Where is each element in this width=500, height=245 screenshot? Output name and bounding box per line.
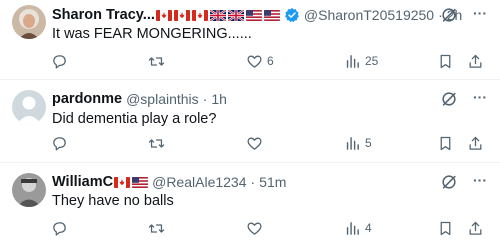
retweet-icon <box>148 53 165 70</box>
bookmark-icon <box>437 135 454 152</box>
views-count: 4 <box>365 221 372 235</box>
canada-flag-icon <box>114 176 131 188</box>
display-name[interactable]: pardonme <box>52 91 122 107</box>
avatar[interactable] <box>12 5 46 39</box>
canada-flag-icon <box>155 9 172 21</box>
bookmark-button[interactable] <box>437 133 454 153</box>
tweet-text: They have no balls <box>52 193 174 209</box>
tweet-text: Did dementia play a role? <box>52 111 217 127</box>
uk-flag-icon <box>209 9 226 21</box>
like-button[interactable] <box>246 218 267 238</box>
retweet-button[interactable] <box>148 133 169 153</box>
views-icon <box>344 53 361 70</box>
tweet-header: WilliamC @RealAle1234 · 51m <box>52 172 488 192</box>
display-name[interactable]: Sharon Tracy... <box>52 7 155 23</box>
name-flags <box>114 176 149 188</box>
usa-flag-icon <box>132 176 149 188</box>
share-icon <box>467 53 484 70</box>
like-count: 6 <box>267 54 274 68</box>
user-handle[interactable]: @SharonT20519250 <box>304 7 434 23</box>
reply-icon <box>51 135 68 152</box>
share-button[interactable] <box>467 218 484 238</box>
like-button[interactable] <box>246 133 267 153</box>
grok-icon[interactable] <box>440 6 458 24</box>
tweet[interactable]: WilliamC @RealAle1234 · 51m ··· They hav… <box>0 163 500 245</box>
share-icon <box>467 220 484 237</box>
share-icon <box>467 135 484 152</box>
tweet-header: Sharon Tracy... @SharonT20519250 · 2h <box>52 5 488 25</box>
verified-badge-icon[interactable] <box>284 7 300 23</box>
usa-flag-icon <box>245 9 262 21</box>
avatar[interactable] <box>12 90 46 124</box>
tweet[interactable]: pardonme @splainthis · 1h ··· Did dement… <box>0 80 500 163</box>
tweet-actions: 4 <box>0 218 500 238</box>
heart-icon <box>246 53 263 70</box>
views-count: 5 <box>365 136 372 150</box>
bookmark-icon <box>437 53 454 70</box>
heart-icon <box>246 220 263 237</box>
separator-dot: · <box>250 174 256 190</box>
retweet-button[interactable] <box>148 218 169 238</box>
bookmark-button[interactable] <box>437 218 454 238</box>
more-icon[interactable]: ··· <box>470 90 490 108</box>
retweet-icon <box>148 135 165 152</box>
user-handle[interactable]: @RealAle1234 <box>152 174 246 190</box>
views-icon <box>344 135 361 152</box>
reply-button[interactable] <box>51 133 72 153</box>
user-handle[interactable]: @splainthis <box>126 91 199 107</box>
views-button[interactable]: 4 <box>344 218 372 238</box>
reply-feed: Sharon Tracy... @SharonT20519250 · 2h ··… <box>0 0 500 245</box>
views-icon <box>344 220 361 237</box>
usa-flag-icon <box>263 9 280 21</box>
canada-flag-icon <box>191 9 208 21</box>
display-name[interactable]: WilliamC <box>52 174 113 190</box>
retweet-button[interactable] <box>148 51 169 71</box>
tweet-text: It was FEAR MONGERING...... <box>52 26 252 42</box>
reply-button[interactable] <box>51 218 72 238</box>
grok-icon[interactable] <box>440 173 458 191</box>
more-icon[interactable]: ··· <box>470 173 490 191</box>
reply-button[interactable] <box>51 51 72 71</box>
views-button[interactable]: 5 <box>344 133 372 153</box>
uk-flag-icon <box>227 9 244 21</box>
more-icon[interactable]: ··· <box>470 6 490 24</box>
heart-icon <box>246 135 263 152</box>
grok-icon[interactable] <box>440 90 458 108</box>
retweet-icon <box>148 220 165 237</box>
timestamp[interactable]: 51m <box>259 174 286 190</box>
canada-flag-icon <box>173 9 190 21</box>
separator-dot: · <box>202 91 208 107</box>
share-button[interactable] <box>467 51 484 71</box>
avatar[interactable] <box>12 173 46 207</box>
views-count: 25 <box>365 54 379 68</box>
bookmark-button[interactable] <box>437 51 454 71</box>
tweet-actions: 5 <box>0 133 500 153</box>
tweet-header: pardonme @splainthis · 1h <box>52 89 488 109</box>
bookmark-icon <box>437 220 454 237</box>
like-button[interactable]: 6 <box>246 51 274 71</box>
tweet[interactable]: Sharon Tracy... @SharonT20519250 · 2h ··… <box>0 0 500 80</box>
views-button[interactable]: 25 <box>344 51 378 71</box>
timestamp[interactable]: 1h <box>211 91 227 107</box>
share-button[interactable] <box>467 133 484 153</box>
reply-icon <box>51 53 68 70</box>
name-flags <box>155 9 280 21</box>
tweet-actions: 6 25 <box>0 51 500 71</box>
reply-icon <box>51 220 68 237</box>
